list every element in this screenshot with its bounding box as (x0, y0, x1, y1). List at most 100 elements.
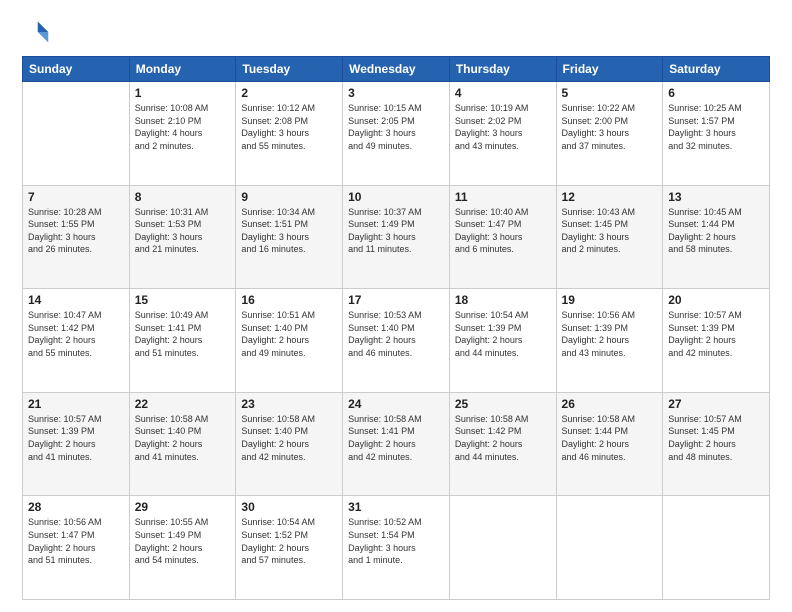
day-number: 25 (455, 397, 551, 411)
day-number: 15 (135, 293, 231, 307)
weekday-header-monday: Monday (129, 57, 236, 82)
week-row-4: 21 Sunrise: 10:57 AM Sunset: 1:39 PM Dayl… (23, 392, 770, 496)
day-number: 29 (135, 500, 231, 514)
calendar-cell: 3 Sunrise: 10:15 AM Sunset: 2:05 PM Dayli… (343, 82, 450, 186)
calendar-cell (449, 496, 556, 600)
day-number: 18 (455, 293, 551, 307)
day-number: 28 (28, 500, 124, 514)
header (22, 18, 770, 46)
day-info: Sunrise: 10:12 AM Sunset: 2:08 PM Daylig… (241, 102, 337, 152)
calendar-cell: 9 Sunrise: 10:34 AM Sunset: 1:51 PM Dayli… (236, 185, 343, 289)
calendar-cell: 16Sunrise: 10:51 AM Sunset: 1:40 PM Dayl… (236, 289, 343, 393)
day-info: Sunrise: 10:37 AM Sunset: 1:49 PM Daylig… (348, 206, 444, 256)
day-info: Sunrise: 10:22 AM Sunset: 2:00 PM Daylig… (562, 102, 658, 152)
day-number: 6 (668, 86, 764, 100)
weekday-header-row: SundayMondayTuesdayWednesdayThursdayFrid… (23, 57, 770, 82)
day-number: 19 (562, 293, 658, 307)
calendar-cell: 28Sunrise: 10:56 AM Sunset: 1:47 PM Dayl… (23, 496, 130, 600)
day-info: Sunrise: 10:54 AM Sunset: 1:39 PM Daylig… (455, 309, 551, 359)
day-info: Sunrise: 10:57 AM Sunset: 1:45 PM Daylig… (668, 413, 764, 463)
day-info: Sunrise: 10:52 AM Sunset: 1:54 PM Daylig… (348, 516, 444, 566)
weekday-header-friday: Friday (556, 57, 663, 82)
day-info: Sunrise: 10:58 AM Sunset: 1:40 PM Daylig… (241, 413, 337, 463)
calendar-cell: 20 Sunrise: 10:57 AM Sunset: 1:39 PM Dayl… (663, 289, 770, 393)
day-info: Sunrise: 10:15 AM Sunset: 2:05 PM Daylig… (348, 102, 444, 152)
weekday-header-tuesday: Tuesday (236, 57, 343, 82)
day-number: 30 (241, 500, 337, 514)
calendar-cell (23, 82, 130, 186)
day-info: Sunrise: 10:40 AM Sunset: 1:47 PM Daylig… (455, 206, 551, 256)
day-number: 14 (28, 293, 124, 307)
calendar-cell: 8 Sunrise: 10:31 AM Sunset: 1:53 PM Dayli… (129, 185, 236, 289)
day-info: Sunrise: 10:58 AM Sunset: 1:42 PM Daylig… (455, 413, 551, 463)
day-info: Sunrise: 10:19 AM Sunset: 2:02 PM Daylig… (455, 102, 551, 152)
day-number: 26 (562, 397, 658, 411)
calendar-cell: 12 Sunrise: 10:43 AM Sunset: 1:45 PM Dayl… (556, 185, 663, 289)
day-info: Sunrise: 10:34 AM Sunset: 1:51 PM Daylig… (241, 206, 337, 256)
calendar-cell: 5 Sunrise: 10:22 AM Sunset: 2:00 PM Dayli… (556, 82, 663, 186)
day-number: 4 (455, 86, 551, 100)
day-number: 27 (668, 397, 764, 411)
calendar-cell: 11Sunrise: 10:40 AM Sunset: 1:47 PM Dayl… (449, 185, 556, 289)
calendar-cell: 19 Sunrise: 10:56 AM Sunset: 1:39 PM Dayl… (556, 289, 663, 393)
calendar-cell: 23 Sunrise: 10:58 AM Sunset: 1:40 PM Dayl… (236, 392, 343, 496)
calendar-page: SundayMondayTuesdayWednesdayThursdayFrid… (0, 0, 792, 612)
day-info: Sunrise: 10:58 AM Sunset: 1:41 PM Daylig… (348, 413, 444, 463)
day-number: 5 (562, 86, 658, 100)
day-info: Sunrise: 10:25 AM Sunset: 1:57 PM Daylig… (668, 102, 764, 152)
day-number: 2 (241, 86, 337, 100)
day-info: Sunrise: 10:47 AM Sunset: 1:42 PM Daylig… (28, 309, 124, 359)
calendar-cell (663, 496, 770, 600)
day-number: 9 (241, 190, 337, 204)
day-info: Sunrise: 10:54 AM Sunset: 1:52 PM Daylig… (241, 516, 337, 566)
calendar-cell: 6 Sunrise: 10:25 AM Sunset: 1:57 PM Dayli… (663, 82, 770, 186)
day-number: 22 (135, 397, 231, 411)
day-number: 24 (348, 397, 444, 411)
calendar-cell: 14 Sunrise: 10:47 AM Sunset: 1:42 PM Dayl… (23, 289, 130, 393)
calendar-cell: 24 Sunrise: 10:58 AM Sunset: 1:41 PM Dayl… (343, 392, 450, 496)
logo-icon (22, 18, 50, 46)
weekday-header-wednesday: Wednesday (343, 57, 450, 82)
day-number: 13 (668, 190, 764, 204)
day-info: Sunrise: 10:55 AM Sunset: 1:49 PM Daylig… (135, 516, 231, 566)
weekday-header-sunday: Sunday (23, 57, 130, 82)
calendar-cell: 30 Sunrise: 10:54 AM Sunset: 1:52 PM Dayl… (236, 496, 343, 600)
week-row-5: 28Sunrise: 10:56 AM Sunset: 1:47 PM Dayl… (23, 496, 770, 600)
calendar-cell: 1Sunrise: 10:08 AM Sunset: 2:10 PM Dayli… (129, 82, 236, 186)
day-number: 23 (241, 397, 337, 411)
weekday-header-thursday: Thursday (449, 57, 556, 82)
calendar-cell: 17Sunrise: 10:53 AM Sunset: 1:40 PM Dayl… (343, 289, 450, 393)
day-info: Sunrise: 10:56 AM Sunset: 1:39 PM Daylig… (562, 309, 658, 359)
day-number: 1 (135, 86, 231, 100)
day-info: Sunrise: 10:31 AM Sunset: 1:53 PM Daylig… (135, 206, 231, 256)
calendar-cell: 26 Sunrise: 10:58 AM Sunset: 1:44 PM Dayl… (556, 392, 663, 496)
day-info: Sunrise: 10:58 AM Sunset: 1:44 PM Daylig… (562, 413, 658, 463)
day-info: Sunrise: 10:57 AM Sunset: 1:39 PM Daylig… (668, 309, 764, 359)
day-number: 10 (348, 190, 444, 204)
day-number: 7 (28, 190, 124, 204)
day-number: 16 (241, 293, 337, 307)
week-row-1: 1Sunrise: 10:08 AM Sunset: 2:10 PM Dayli… (23, 82, 770, 186)
calendar-cell (556, 496, 663, 600)
calendar-cell: 7Sunrise: 10:28 AM Sunset: 1:55 PM Dayli… (23, 185, 130, 289)
day-number: 21 (28, 397, 124, 411)
day-info: Sunrise: 10:43 AM Sunset: 1:45 PM Daylig… (562, 206, 658, 256)
calendar-cell: 31Sunrise: 10:52 AM Sunset: 1:54 PM Dayl… (343, 496, 450, 600)
calendar-cell: 25 Sunrise: 10:58 AM Sunset: 1:42 PM Dayl… (449, 392, 556, 496)
calendar-cell: 29 Sunrise: 10:55 AM Sunset: 1:49 PM Dayl… (129, 496, 236, 600)
weekday-header-saturday: Saturday (663, 57, 770, 82)
calendar-cell: 18 Sunrise: 10:54 AM Sunset: 1:39 PM Dayl… (449, 289, 556, 393)
day-number: 3 (348, 86, 444, 100)
day-number: 8 (135, 190, 231, 204)
day-number: 20 (668, 293, 764, 307)
week-row-2: 7Sunrise: 10:28 AM Sunset: 1:55 PM Dayli… (23, 185, 770, 289)
day-info: Sunrise: 10:53 AM Sunset: 1:40 PM Daylig… (348, 309, 444, 359)
week-row-3: 14 Sunrise: 10:47 AM Sunset: 1:42 PM Dayl… (23, 289, 770, 393)
day-info: Sunrise: 10:49 AM Sunset: 1:41 PM Daylig… (135, 309, 231, 359)
calendar-table: SundayMondayTuesdayWednesdayThursdayFrid… (22, 56, 770, 600)
calendar-cell: 21 Sunrise: 10:57 AM Sunset: 1:39 PM Dayl… (23, 392, 130, 496)
logo (22, 18, 54, 46)
day-number: 12 (562, 190, 658, 204)
day-info: Sunrise: 10:57 AM Sunset: 1:39 PM Daylig… (28, 413, 124, 463)
calendar-cell: 10 Sunrise: 10:37 AM Sunset: 1:49 PM Dayl… (343, 185, 450, 289)
